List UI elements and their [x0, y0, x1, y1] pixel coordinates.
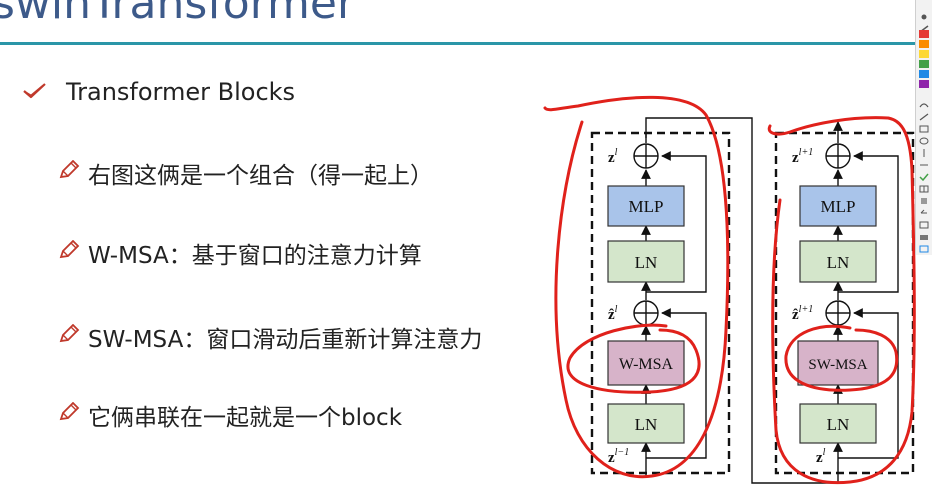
text-tool[interactable] — [919, 154, 929, 166]
mid-label: ẑl — [608, 304, 618, 323]
rect-tool[interactable] — [919, 118, 929, 133]
pointer-tool[interactable] — [919, 6, 929, 20]
ln-label: LN — [827, 415, 850, 434]
ln-label: LN — [635, 415, 658, 434]
ellipse-tool[interactable] — [919, 130, 929, 145]
screen-tool[interactable] — [919, 238, 929, 253]
input-label: zl−1 — [608, 447, 629, 466]
pen-tool[interactable] — [919, 18, 929, 33]
color-orange[interactable] — [919, 40, 929, 48]
add-node — [633, 300, 659, 326]
grid-tool[interactable] — [919, 178, 929, 193]
w-msa-label: W-MSA — [619, 356, 674, 373]
add-node — [825, 300, 851, 326]
undo-tool[interactable] — [919, 202, 929, 214]
annotation-toolbar — [915, 0, 932, 255]
sw-msa-label: SW-MSA — [808, 357, 867, 373]
mlp-label: MLP — [629, 197, 664, 216]
mlp-label: MLP — [821, 197, 856, 216]
add-node — [633, 143, 659, 169]
eraser-tool[interactable] — [919, 190, 929, 204]
color-blue[interactable] — [919, 70, 929, 78]
save-tool[interactable] — [919, 214, 929, 229]
right-block: MLP LN SW-MSA LN zl+1 ẑl+1 zl — [774, 121, 915, 475]
input-label: zl — [816, 447, 826, 466]
swin-block-diagram: MLP LN W-MSA LN zl ẑl zl−1 MLP LN SW-MSA… — [543, 95, 916, 485]
color-yellow[interactable] — [919, 50, 929, 58]
output-label: zl+1 — [792, 147, 813, 166]
ln-label: LN — [827, 253, 850, 272]
color-green[interactable] — [919, 60, 929, 68]
double-arrow-tool[interactable] — [919, 142, 929, 157]
ln-label: LN — [635, 253, 658, 272]
add-node — [825, 143, 851, 169]
color-red[interactable] — [919, 30, 929, 38]
color-purple[interactable] — [919, 80, 929, 88]
output-label: zl — [608, 147, 618, 166]
mid-label: ẑl+1 — [792, 304, 813, 323]
print-tool[interactable] — [919, 226, 929, 240]
arrow-tool[interactable] — [919, 106, 929, 121]
line-tool[interactable] — [919, 94, 929, 108]
check-tool[interactable] — [919, 166, 929, 182]
